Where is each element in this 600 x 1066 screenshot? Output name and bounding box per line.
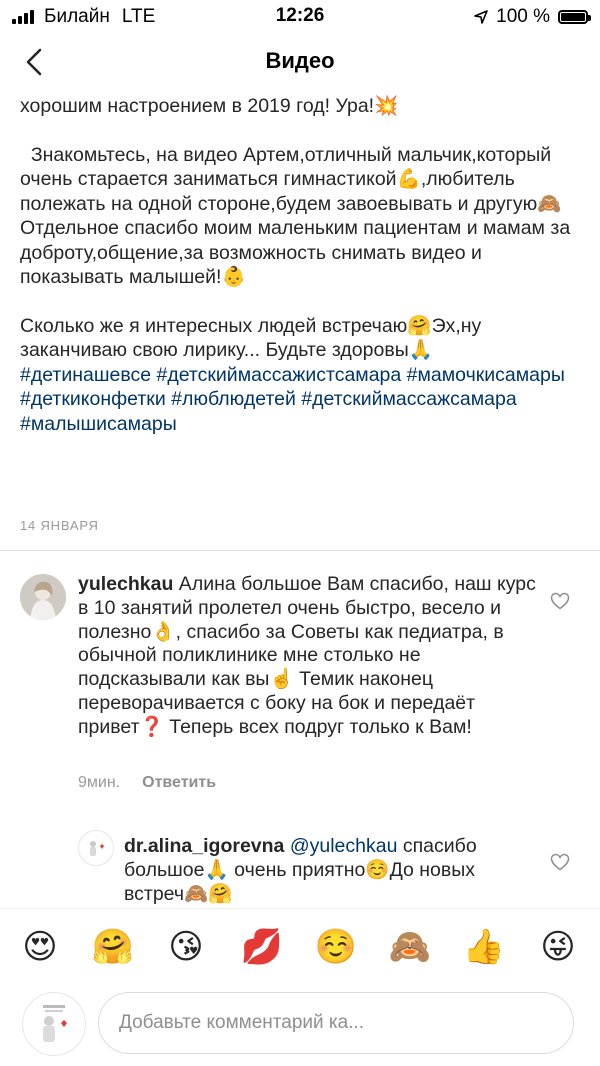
emoji-hug-button[interactable]: 🤗	[91, 927, 135, 967]
comment-1-like-button[interactable]	[550, 592, 570, 610]
post-date: 14 ЯНВАРЯ	[20, 518, 99, 533]
emoji-quick-bar: 😍 🤗 😘 💋 ☺️ 🙈 👍 😜	[0, 908, 600, 987]
avatar[interactable]	[78, 830, 114, 866]
emoji-kiss-button[interactable]: 😘	[164, 927, 208, 967]
status-right: 100 %	[474, 6, 591, 28]
avatar[interactable]	[20, 574, 66, 620]
comment-1-time: 9мин.	[78, 774, 121, 791]
page-title: Видео	[265, 48, 335, 73]
caption-paragraph-3: Сколько же я интересных людей встречаю🤗Э…	[20, 314, 482, 362]
heart-icon	[550, 853, 570, 871]
comment-1-username[interactable]: yulechkau	[78, 573, 173, 595]
divider	[0, 550, 600, 551]
caption-hashtags[interactable]: #детинашевсе #детскиймассажистсамара #ма…	[20, 363, 580, 437]
emoji-lips-button[interactable]: 💋	[240, 927, 284, 967]
battery-icon	[558, 10, 591, 24]
comment-2-mention[interactable]: @yulechkau	[290, 835, 398, 857]
emoji-monkey-button[interactable]: 🙈	[388, 927, 432, 967]
user-photo-icon	[20, 574, 66, 620]
emoji-wink-tongue-button[interactable]: 😜	[536, 927, 580, 967]
comment-1-meta: 9мин. Ответить	[78, 774, 216, 792]
comment-input[interactable]	[98, 992, 574, 1054]
comment-2-like-button[interactable]	[550, 853, 570, 871]
comment-composer	[0, 986, 600, 1066]
doctor-logo-icon	[80, 832, 112, 864]
caption-paragraph-2: Знакомьтесь, на видео Артем,отличный мал…	[20, 143, 578, 289]
doctor-logo-icon	[24, 994, 84, 1054]
reply-button[interactable]: Ответить	[142, 774, 216, 791]
status-bar: Билайн LTE 12:26 100 %	[0, 0, 600, 34]
avatar[interactable]	[22, 992, 86, 1056]
location-arrow-icon	[474, 10, 488, 24]
battery-fill	[561, 13, 585, 21]
comment-2-username[interactable]: dr.alina_igorevna	[124, 835, 284, 857]
emoji-heart-eyes-button[interactable]: 😍	[18, 927, 62, 967]
battery-percent: 100 %	[496, 6, 550, 27]
heart-icon	[550, 592, 570, 610]
caption-line-top: хорошим настроением в 2019 год! Ура!💥	[20, 95, 399, 117]
comment-1-text: Алина большое Вам спасибо, наш курс в 10…	[78, 573, 536, 738]
comment-2-body: dr.alina_igorevna @yulechkau спасибо бол…	[124, 835, 520, 906]
comment-1-body: yulechkau Алина большое Вам спасибо, наш…	[78, 573, 538, 740]
post-caption: хорошим настроением в 2019 год! Ура!💥 Зн…	[20, 94, 580, 436]
nav-bar: Видео	[0, 34, 600, 90]
emoji-thumbs-up-button[interactable]: 👍	[462, 927, 506, 967]
emoji-smile-button[interactable]: ☺️	[314, 927, 358, 967]
